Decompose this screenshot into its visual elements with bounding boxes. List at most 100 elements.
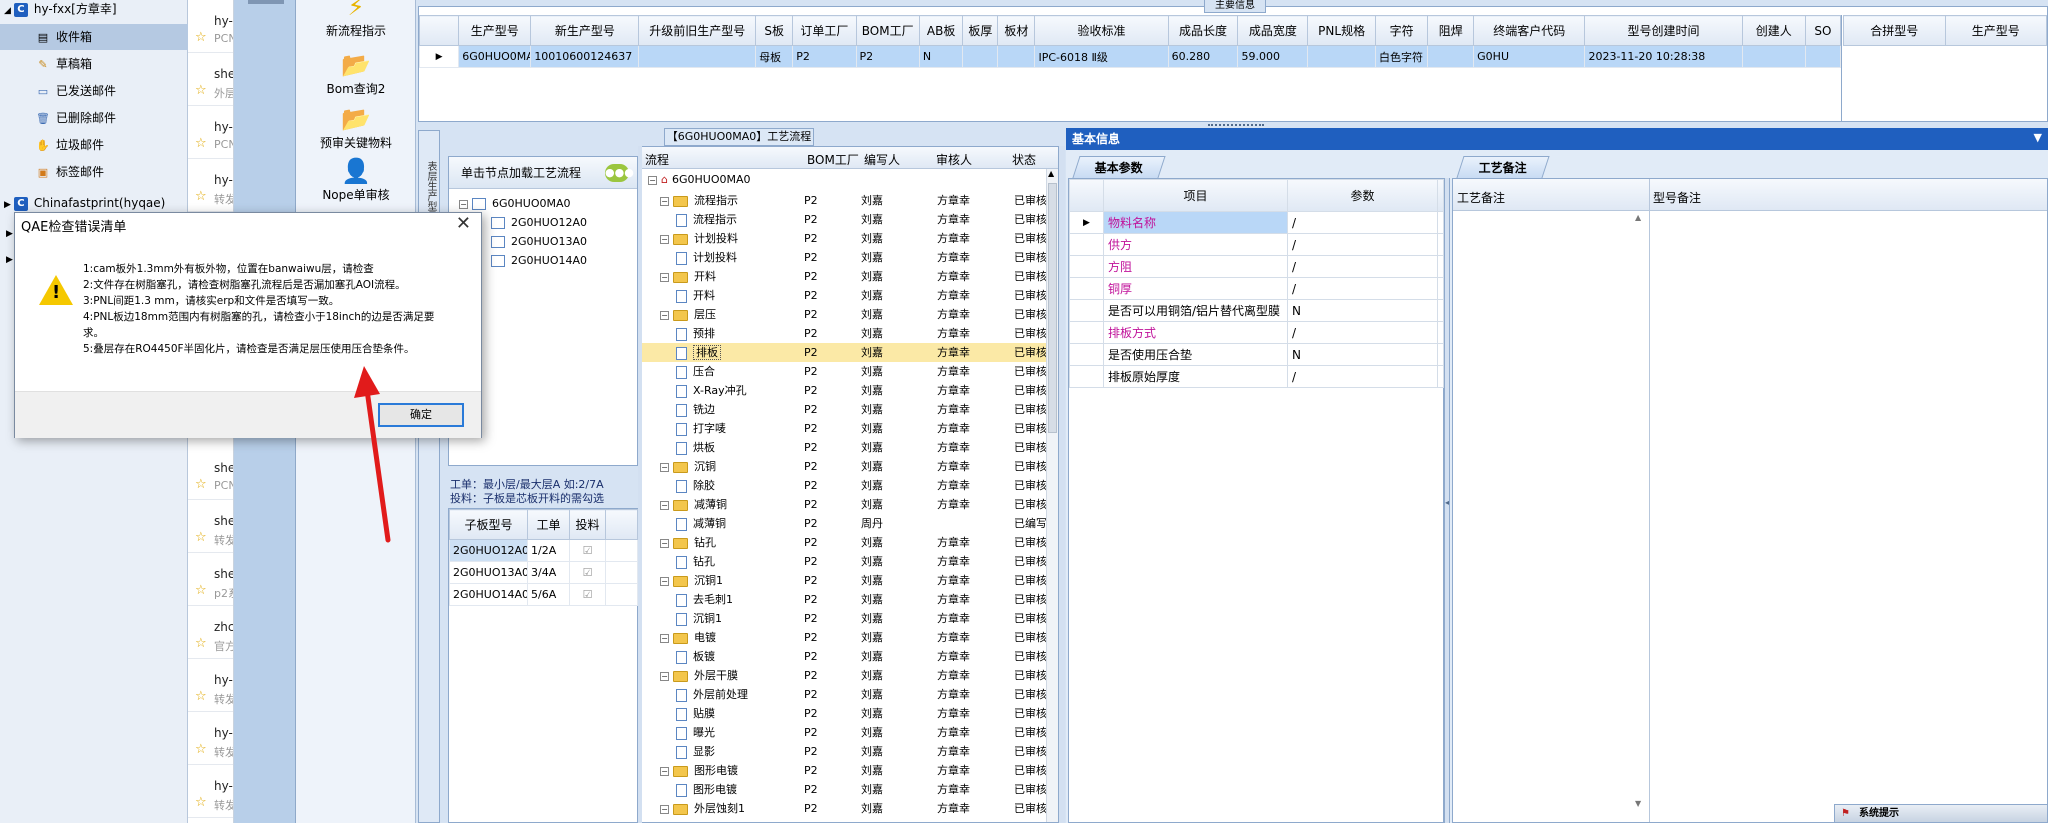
collapse-arrow-icon[interactable]: ◢ — [4, 6, 11, 16]
vertical-splitter[interactable]: ◂ — [1444, 178, 1450, 823]
column-header[interactable]: 项目 — [1103, 179, 1288, 212]
column-header[interactable]: 状态 — [1012, 151, 1036, 168]
column-header[interactable]: 阻焊 — [1427, 15, 1475, 46]
folder-deleted[interactable]: 🗑 已删除邮件 — [0, 105, 188, 131]
star-icon[interactable]: ☆ — [195, 30, 207, 45]
folder-tagged[interactable]: ▣ 标签邮件 — [0, 159, 188, 185]
table-row[interactable]: 方阻 / — [1069, 255, 1444, 278]
star-icon[interactable]: ☆ — [195, 136, 207, 151]
flow-tree-row[interactable]: 计划投料 P2 刘嘉 方章幸 已审核 — [642, 248, 1046, 267]
table-row[interactable]: 铜厚 / — [1069, 277, 1444, 300]
tool-key-material[interactable]: 📂 预审关键物料 — [296, 106, 416, 151]
list-item[interactable]: ☆shep2系 — [188, 553, 233, 606]
flow-tree-row[interactable]: − 开料 P2 刘嘉 方章幸 已审核 — [642, 267, 1046, 286]
column-header[interactable]: 型号备注 — [1653, 189, 1701, 206]
vertical-splitter[interactable] — [1058, 146, 1065, 823]
star-icon[interactable]: ☆ — [195, 583, 207, 598]
list-item[interactable]: ☆hy-PCN — [188, 106, 233, 159]
scroll-down-arrow-icon[interactable]: ▼ — [1635, 799, 1641, 808]
folder-sent[interactable]: ▭ 已发送邮件 — [0, 78, 188, 104]
column-header[interactable]: BOM工厂 — [855, 15, 920, 46]
system-notice-popup[interactable]: ⚑ 系统提示 — [1834, 804, 2048, 823]
column-header[interactable]: 合拼型号 — [1843, 15, 1946, 46]
flow-tree-row[interactable]: − 电镀 P2 刘嘉 方章幸 已审核 — [642, 628, 1046, 647]
flow-tree-row[interactable]: 曝光 P2 刘嘉 方章幸 已审核 — [642, 723, 1046, 742]
tree-node[interactable]: 2G0HUO14A0 — [491, 254, 587, 267]
column-header[interactable]: 升级前旧生产型号 — [638, 15, 757, 46]
flow-tree-row[interactable]: 贴膜 P2 刘嘉 方章幸 已审核 — [642, 704, 1046, 723]
checkbox[interactable]: ☑ — [569, 561, 606, 584]
column-header[interactable]: PNL规格 — [1307, 15, 1376, 46]
flow-tree-row[interactable]: 去毛刺1 P2 刘嘉 方章幸 已审核 — [642, 590, 1046, 609]
splitter-arrow-icon[interactable]: ◂ — [1445, 498, 1449, 507]
vertical-splitter[interactable] — [638, 146, 642, 823]
column-header[interactable]: 创建人 — [1741, 15, 1806, 46]
flow-tree-row[interactable]: 图形电镀 P2 刘嘉 方章幸 已审核 — [642, 780, 1046, 799]
column-header[interactable]: 投料 — [569, 509, 606, 540]
table-row[interactable]: ▶ 物料名称 / — [1069, 211, 1444, 234]
star-icon[interactable]: ☆ — [195, 689, 207, 704]
column-header[interactable]: 成品宽度 — [1237, 15, 1309, 46]
table-row[interactable]: 是否使用压合垫 N — [1069, 343, 1444, 366]
flow-tree-row[interactable]: − 减薄铜 P2 刘嘉 方章幸 已审核 — [642, 495, 1046, 514]
column-header[interactable]: 成品长度 — [1167, 15, 1239, 46]
column-header[interactable]: 参数 — [1287, 179, 1438, 212]
list-item[interactable]: ☆ hy- 转发 — [188, 659, 233, 712]
star-icon[interactable]: ☆ — [195, 636, 207, 651]
scrollbar-thumb[interactable] — [1048, 183, 1057, 433]
collapse-toggle-icon[interactable]: − — [660, 766, 669, 776]
flow-tree-row[interactable]: 除胶 P2 刘嘉 方章幸 已审核 — [642, 476, 1046, 495]
collapse-toggle-icon[interactable]: − — [660, 272, 669, 282]
checkbox[interactable]: ☑ — [569, 539, 606, 562]
expand-arrow-icon[interactable]: ▶ — [4, 200, 11, 210]
column-header[interactable]: AB板 — [918, 15, 964, 46]
column-header[interactable]: 新生产型号 — [530, 15, 640, 46]
flow-tree-row[interactable]: 板镀 P2 刘嘉 方章幸 已审核 — [642, 647, 1046, 666]
column-header[interactable]: 子板型号 — [449, 509, 528, 540]
expand-arrow-icon[interactable]: ▶ — [6, 229, 13, 239]
column-header[interactable]: 板厚 — [962, 15, 999, 46]
table-row[interactable]: 2G0HUO13A0 3/4A ☑ — [449, 561, 638, 584]
column-header[interactable]: 工单 — [527, 509, 570, 540]
table-row[interactable]: 2G0HUO14A0 5/6A ☑ — [449, 583, 638, 606]
flow-tree-row[interactable]: − 计划投料 P2 刘嘉 方章幸 已审核 — [642, 229, 1046, 248]
table-row[interactable]: 2G0HUO12A0 1/2A ☑ — [449, 539, 638, 562]
list-item[interactable]: ☆shePCN — [188, 447, 233, 500]
table-row[interactable]: ▶ 6G0HUO0MA0 10010600124637 母板 P2 P2 N I… — [418, 45, 1842, 68]
column-header[interactable]: 终端客户代码 — [1473, 15, 1586, 46]
flow-tree-row[interactable]: 钻孔 P2 刘嘉 方章幸 已审核 — [642, 552, 1046, 571]
close-icon[interactable]: ✕ — [456, 213, 471, 234]
checkbox[interactable]: ☑ — [569, 583, 606, 606]
flow-tree-row[interactable]: − 沉铜 P2 刘嘉 方章幸 已审核 — [642, 457, 1046, 476]
list-item[interactable]: ☆ she 转发 — [188, 500, 233, 553]
vertical-scrollbar[interactable]: ▲ — [1046, 169, 1058, 822]
flow-tree-row[interactable]: 沉铜1 P2 刘嘉 方章幸 已审核 — [642, 609, 1046, 628]
tool-bom-query[interactable]: 📂 Bom查询2 — [296, 52, 416, 97]
column-header[interactable]: 编写人 — [864, 151, 900, 168]
chat-bubble-icon[interactable]: ●●● — [605, 164, 634, 182]
flow-tree-row[interactable]: − 流程指示 P2 刘嘉 方章幸 已审核 — [642, 191, 1046, 210]
flow-tree-row[interactable]: 烘板 P2 刘嘉 方章幸 已审核 — [642, 438, 1046, 457]
column-header[interactable]: 流程 — [645, 151, 669, 168]
collapse-toggle-icon[interactable]: − — [660, 310, 669, 320]
collapse-toggle-icon[interactable]: − — [660, 538, 669, 548]
collapse-toggle-icon[interactable]: − — [660, 671, 669, 681]
column-header[interactable]: 订单工厂 — [792, 15, 857, 46]
folder-inbox[interactable]: ▤ 收件箱 — [0, 24, 188, 50]
table-row[interactable]: 排板方式 / — [1069, 321, 1444, 344]
ok-button[interactable]: 确定 — [378, 403, 464, 427]
tree-root[interactable]: −6G0HUO0MA0 — [459, 197, 571, 210]
collapse-toggle-icon[interactable]: − — [660, 500, 669, 510]
flow-tree-row[interactable]: 减薄铜 P2 周丹 已编写 — [642, 514, 1046, 533]
flow-tree-row[interactable]: 预排 P2 刘嘉 方章幸 已审核 — [642, 324, 1046, 343]
list-item[interactable]: ☆hy-PCN — [188, 0, 233, 53]
tool-nope-review[interactable]: 👤 Nope单审核 — [296, 158, 416, 203]
column-header[interactable]: 字符 — [1374, 15, 1429, 46]
flow-tree-row[interactable]: − 图形电镀 P2 刘嘉 方章幸 已审核 — [642, 761, 1046, 780]
flow-tree-root[interactable]: − ⌂ 6G0HUO0MA0 — [648, 173, 751, 186]
star-icon[interactable]: ☆ — [195, 189, 207, 204]
scroll-up-arrow-icon[interactable]: ▲ — [1048, 169, 1054, 178]
collapse-toggle-icon[interactable]: − — [660, 234, 669, 244]
collapse-toggle-icon[interactable]: − — [660, 804, 669, 814]
star-icon[interactable]: ☆ — [195, 83, 207, 98]
